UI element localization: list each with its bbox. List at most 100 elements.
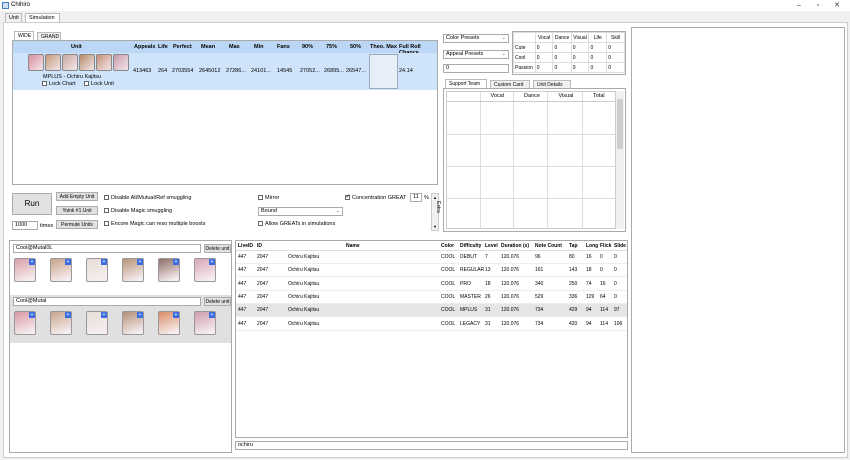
cell-theo-max [369, 54, 398, 89]
lock-chart-checkbox[interactable]: Lock Chart [42, 81, 76, 88]
stats-cell[interactable]: 0 [606, 42, 625, 53]
song-cell: Ochiru Kajitsu [288, 320, 320, 327]
idol-card-icon[interactable]: + [158, 311, 180, 335]
song-cell: 31 [485, 307, 491, 314]
unit-name-input[interactable]: Cool@Mutal0L [13, 244, 201, 253]
song-cell: PRO [460, 280, 471, 287]
percent-label: % [424, 195, 429, 201]
unit-name-input[interactable]: Cool@Mutal [13, 297, 201, 306]
song-cell: 18 [485, 280, 491, 287]
extra-panel[interactable]: Extra ▲ ▼ [431, 193, 441, 231]
song-cell: MASTER [460, 293, 481, 300]
idol-card-icon[interactable]: + [194, 311, 216, 335]
idol-card-icon[interactable]: + [122, 258, 144, 282]
unit-card-icon[interactable] [79, 54, 95, 71]
songs-col-header: Slide [614, 243, 626, 249]
idol-card-icon[interactable]: + [194, 258, 216, 282]
stats-cell[interactable]: 0 [570, 42, 590, 53]
bound-dropdown[interactable]: Bound ⌄ [258, 207, 343, 216]
song-cell: 106 [614, 320, 623, 327]
stats-cell[interactable]: 0 [552, 62, 572, 73]
idol-card-icon[interactable]: + [86, 258, 108, 282]
song-cell: 74 [586, 280, 592, 287]
add-icon: + [29, 312, 35, 318]
song-cell: 13 [485, 267, 491, 274]
idol-card-icon[interactable]: + [86, 311, 108, 335]
delete-unit-button[interactable]: Delete unit [204, 244, 231, 253]
song-cell: 120.076 [501, 267, 520, 274]
close-icon[interactable]: ✕ [830, 1, 844, 10]
cell-min: 24101... [251, 68, 271, 74]
stats-cell[interactable]: 0 [534, 62, 554, 73]
times-input[interactable]: 1000 [12, 221, 38, 230]
add-empty-unit-button[interactable]: Add Empty Unit [56, 192, 98, 201]
allow-greats-checkbox[interactable]: Allow GREATs in simulations [258, 221, 335, 228]
stats-cell[interactable]: 0 [588, 52, 608, 63]
stats-cell[interactable]: 0 [606, 62, 625, 73]
song-cell: 120.076 [501, 307, 520, 314]
stats-cell[interactable]: 0 [552, 52, 572, 63]
delete-unit-button[interactable]: Delete unit [204, 297, 231, 306]
chevron-down-icon: ⌄ [501, 35, 506, 41]
appeal-presets-dropdown[interactable]: Appeal Presets ⌄ [443, 50, 509, 59]
stats-cell[interactable]: 0 [588, 42, 608, 53]
mirror-checkbox[interactable]: Mirror [258, 195, 279, 202]
encore-magic-checkbox[interactable]: Encore Magic can reso multiple boosts [104, 221, 205, 228]
unit-card-icon[interactable] [113, 54, 129, 71]
color-presets-dropdown[interactable]: Color Presets ⌄ [443, 34, 509, 43]
yoink-unit-button[interactable]: Yoink #1 Unit [56, 206, 98, 215]
song-cell: COOL [441, 280, 456, 287]
stats-cell[interactable]: 0 [552, 42, 572, 53]
lock-unit-checkbox[interactable]: Lock Unit [84, 81, 114, 88]
times-label: times [40, 223, 54, 229]
run-button[interactable]: Run [12, 193, 52, 215]
unit-card-icon[interactable] [96, 54, 112, 71]
cell-max: 27286... [226, 68, 246, 74]
stats-cell[interactable]: 0 [570, 62, 590, 73]
scrollbar-thumb[interactable] [617, 99, 623, 149]
song-cell: COOL [441, 320, 456, 327]
songs-col-header: Note Count [535, 243, 562, 249]
disable-smuggling-checkbox[interactable]: Disable All/Mutual/Ref smuggling [104, 195, 191, 202]
stats-header [513, 32, 536, 43]
idol-card-icon[interactable]: + [158, 258, 180, 282]
minimize-icon[interactable]: – [792, 1, 806, 10]
songs-col-header: LiveID [238, 243, 254, 249]
song-cell: 340 [535, 280, 544, 287]
idol-card-icon[interactable]: + [50, 258, 72, 282]
add-icon: + [209, 312, 215, 318]
unit-card-icon[interactable] [45, 54, 61, 71]
permute-units-button[interactable]: Permute Units [56, 220, 98, 229]
add-icon: + [65, 259, 71, 265]
stats-cell[interactable]: 0 [606, 52, 625, 63]
support-scrollbar[interactable] [616, 91, 624, 229]
concentration-checkbox[interactable]: Concentration GREAT [345, 194, 406, 202]
cell-fans: 14545 [277, 68, 293, 74]
stats-cell[interactable]: 0 [588, 62, 608, 73]
preset-value-input[interactable]: 0 [443, 64, 509, 73]
disable-magic-checkbox[interactable]: Disable Magic smuggling [104, 208, 172, 215]
support-header: Dance [524, 93, 540, 99]
concentration-input[interactable]: 11 [410, 193, 422, 202]
stats-header: Skill [606, 32, 625, 43]
scroll-up-icon[interactable]: ▲ [433, 195, 437, 200]
stats-cell[interactable]: 0 [534, 52, 554, 63]
song-search-input[interactable]: ochiru [235, 441, 628, 450]
support-header: Visual [558, 93, 574, 99]
stats-row: Passion 0 0 0 0 0 [513, 62, 625, 73]
idol-card-icon[interactable]: + [14, 311, 36, 335]
idol-card-icon[interactable]: + [14, 258, 36, 282]
idol-card-icon[interactable]: + [122, 311, 144, 335]
maximize-icon[interactable]: ▫ [811, 1, 825, 10]
scroll-down-icon[interactable]: ▼ [433, 224, 437, 229]
tab-unit[interactable]: Unit [5, 13, 22, 22]
stats-cell: Cool [513, 52, 536, 63]
idol-card-icon[interactable]: + [50, 311, 72, 335]
col-p50: 50% [350, 44, 362, 50]
stats-cell[interactable]: 0 [534, 42, 554, 53]
col-perfect: Perfect [173, 44, 192, 50]
stats-cell[interactable]: 0 [570, 52, 590, 63]
col-theo-max: Theo. Max [370, 44, 397, 50]
unit-card-icon[interactable] [28, 54, 44, 71]
unit-card-icon[interactable] [62, 54, 78, 71]
